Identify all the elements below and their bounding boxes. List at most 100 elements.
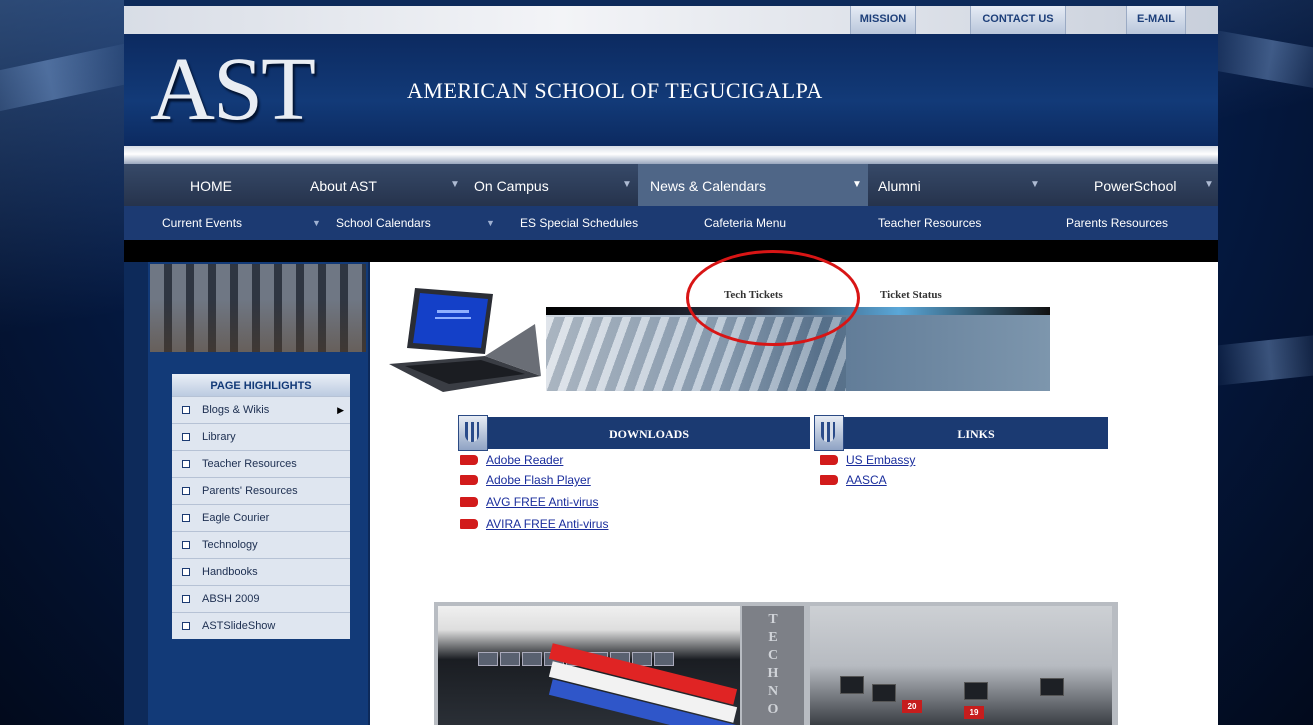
nav-on-campus[interactable]: On Campus — [474, 164, 549, 206]
website: MISSION CONTACT US E-MAIL AST AMERICAN S… — [124, 0, 1218, 725]
download-link[interactable]: AVG FREE Anti-virus — [486, 495, 598, 509]
download-avg[interactable]: AVG FREE Anti-virus — [460, 492, 598, 512]
bullet-icon — [182, 541, 190, 549]
lab-sign: 20 — [902, 700, 922, 713]
folder-icon — [460, 519, 478, 529]
crest-icon — [814, 415, 844, 451]
download-adobe-reader[interactable]: Adobe Reader — [460, 450, 563, 470]
network-switch-photo — [438, 606, 740, 725]
highlight-ast-slideshow[interactable]: ASTSlideShow — [172, 612, 350, 639]
highlight-library[interactable]: Library — [172, 423, 350, 450]
highlight-label: Blogs & Wikis — [202, 404, 270, 416]
header-divider — [124, 146, 1218, 164]
download-link[interactable]: Adobe Flash Player — [486, 473, 591, 487]
nav-news-calendars[interactable]: News & Calendars — [638, 164, 868, 206]
page-highlights-title: PAGE HIGHLIGHTS — [172, 374, 350, 396]
chevron-down-icon[interactable]: ▼ — [450, 164, 460, 206]
highlight-label: Handbooks — [202, 566, 258, 578]
subnav-current-events[interactable]: Current Events — [162, 206, 242, 240]
link-aasca[interactable]: AASCA — [820, 470, 887, 490]
external-link[interactable]: US Embassy — [846, 453, 915, 467]
bullet-icon — [182, 460, 190, 468]
chevron-down-icon[interactable]: ▼ — [622, 164, 632, 206]
highlight-parents-resources[interactable]: Parents' Resources — [172, 477, 350, 504]
nav-home[interactable]: HOME — [190, 164, 232, 206]
highlight-eagle-courier[interactable]: Eagle Courier — [172, 504, 350, 531]
bullet-icon — [182, 406, 190, 414]
sub-nav: Current Events ▼ School Calendars ▼ ES S… — [124, 206, 1218, 240]
bullet-icon — [182, 568, 190, 576]
computer-lab-photo-2: 20 19 — [810, 606, 1112, 725]
highlight-label: Library — [202, 431, 236, 443]
crest-icon — [458, 415, 488, 451]
highlight-technology[interactable]: Technology — [172, 531, 350, 558]
page-highlights: PAGE HIGHLIGHTS Blogs & Wikis ▶ Library … — [172, 374, 350, 639]
link-us-embassy[interactable]: US Embassy — [820, 450, 915, 470]
techno-letter: O — [767, 702, 779, 717]
highlight-label: Eagle Courier — [202, 512, 270, 524]
download-link[interactable]: Adobe Reader — [486, 453, 563, 467]
highlight-label: Teacher Resources — [202, 458, 297, 470]
techno-letter: T — [768, 612, 778, 627]
techno-letter: E — [768, 630, 778, 645]
subnav-cafeteria-menu[interactable]: Cafeteria Menu — [704, 206, 786, 240]
email-link[interactable]: E-MAIL — [1126, 6, 1186, 34]
subnav-teacher-resources[interactable]: Teacher Resources — [878, 206, 981, 240]
annotation-circle — [686, 250, 860, 346]
bullet-icon — [182, 487, 190, 495]
utility-bar: MISSION CONTACT US E-MAIL — [124, 6, 1218, 34]
downloads-header: DOWNLOADS — [488, 417, 810, 449]
lab-sign: 19 — [964, 706, 984, 719]
bullet-icon — [182, 595, 190, 603]
folder-icon — [460, 475, 478, 485]
bullet-icon — [182, 514, 190, 522]
chevron-down-icon[interactable]: ▼ — [1030, 164, 1040, 206]
subnav-parents-resources[interactable]: Parents Resources — [1066, 206, 1168, 240]
mission-link[interactable]: MISSION — [850, 6, 916, 34]
highlight-teacher-resources[interactable]: Teacher Resources — [172, 450, 350, 477]
chevron-down-icon[interactable]: ▼ — [486, 206, 495, 240]
left-column: PAGE HIGHLIGHTS Blogs & Wikis ▶ Library … — [148, 262, 368, 725]
subnav-es-special-schedules[interactable]: ES Special Schedules — [520, 206, 638, 240]
ticket-status-link[interactable]: Ticket Status — [880, 289, 942, 301]
main-nav: HOME About AST ▼ On Campus ▼ News & Cale… — [124, 164, 1218, 206]
folder-icon — [460, 455, 478, 465]
school-name: AMERICAN SCHOOL OF TEGUCIGALPA — [407, 78, 823, 103]
chevron-down-icon[interactable]: ▼ — [1204, 164, 1214, 206]
school-logo[interactable]: AST — [150, 40, 316, 140]
site-header: AST AMERICAN SCHOOL OF TEGUCIGALPA — [124, 34, 1218, 146]
download-avira[interactable]: AVIRA FREE Anti-virus — [460, 514, 608, 534]
folder-icon — [820, 455, 838, 465]
content-gap — [124, 240, 1218, 262]
bullet-icon — [182, 622, 190, 630]
nav-powerschool[interactable]: PowerSchool — [1094, 164, 1177, 206]
techno-letter: N — [767, 684, 779, 699]
chevron-down-icon[interactable]: ▼ — [852, 164, 862, 206]
laptop-image — [389, 288, 541, 392]
subnav-school-calendars[interactable]: School Calendars — [336, 206, 431, 240]
folder-icon — [820, 475, 838, 485]
highlight-label: Parents' Resources — [202, 485, 298, 497]
techno-vertical-text: T E C H N O — [742, 606, 804, 725]
download-adobe-flash-player[interactable]: Adobe Flash Player — [460, 470, 591, 490]
nav-alumni[interactable]: Alumni — [878, 164, 921, 206]
techno-photo-strip: T E C H N O 20 19 — [434, 602, 1118, 725]
chevron-down-icon[interactable]: ▼ — [312, 206, 321, 240]
highlight-label: ABSH 2009 — [202, 593, 260, 605]
download-link[interactable]: AVIRA FREE Anti-virus — [486, 517, 608, 531]
external-link[interactable]: AASCA — [846, 473, 887, 487]
contact-us-link[interactable]: CONTACT US — [970, 6, 1066, 34]
main-content: Tech Tickets Ticket Status DOWNLOADS LIN… — [370, 250, 1218, 725]
highlight-label: Technology — [202, 539, 258, 551]
bullet-icon — [182, 433, 190, 441]
techno-letter: H — [767, 666, 779, 681]
computer-lab-photo — [150, 264, 366, 352]
highlight-blogs-wikis[interactable]: Blogs & Wikis ▶ — [172, 396, 350, 423]
highlight-label: ASTSlideShow — [202, 620, 276, 632]
links-header: LINKS — [844, 417, 1108, 449]
techno-letter: C — [767, 648, 779, 663]
highlight-handbooks[interactable]: Handbooks — [172, 558, 350, 585]
folder-icon — [460, 497, 478, 507]
highlight-absh-2009[interactable]: ABSH 2009 — [172, 585, 350, 612]
nav-about-ast[interactable]: About AST — [310, 164, 377, 206]
